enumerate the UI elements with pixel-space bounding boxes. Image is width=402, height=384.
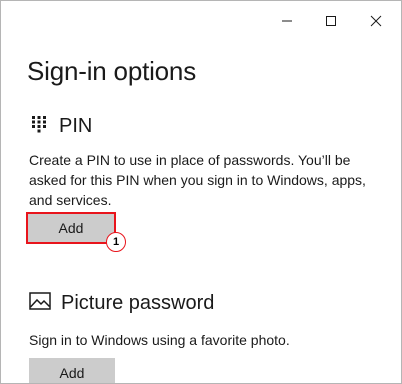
- add-pin-button[interactable]: Add: [28, 214, 114, 242]
- pin-section-header: PIN: [31, 115, 92, 138]
- add-picture-password-button[interactable]: Add: [29, 358, 115, 383]
- maximize-button[interactable]: [311, 5, 351, 37]
- picture-icon: [29, 292, 51, 315]
- close-button[interactable]: [356, 5, 396, 37]
- picture-password-description: Sign in to Windows using a favorite phot…: [29, 332, 290, 348]
- step-callout-badge: 1: [106, 232, 126, 252]
- title-bar: [1, 1, 401, 41]
- picture-password-section-header: Picture password: [29, 292, 214, 315]
- pin-description: Create a PIN to use in place of password…: [29, 152, 366, 208]
- minimize-icon: [281, 15, 293, 27]
- maximize-icon: [325, 15, 337, 27]
- keypad-icon: [31, 115, 47, 138]
- minimize-button[interactable]: [267, 5, 307, 37]
- close-icon: [370, 15, 382, 27]
- picture-password-heading: Picture password: [61, 292, 215, 314]
- pin-heading: PIN: [59, 115, 93, 137]
- page-title: Sign-in options: [27, 56, 196, 86]
- settings-window: Sign-in options PIN Create a PIN to use …: [0, 0, 402, 384]
